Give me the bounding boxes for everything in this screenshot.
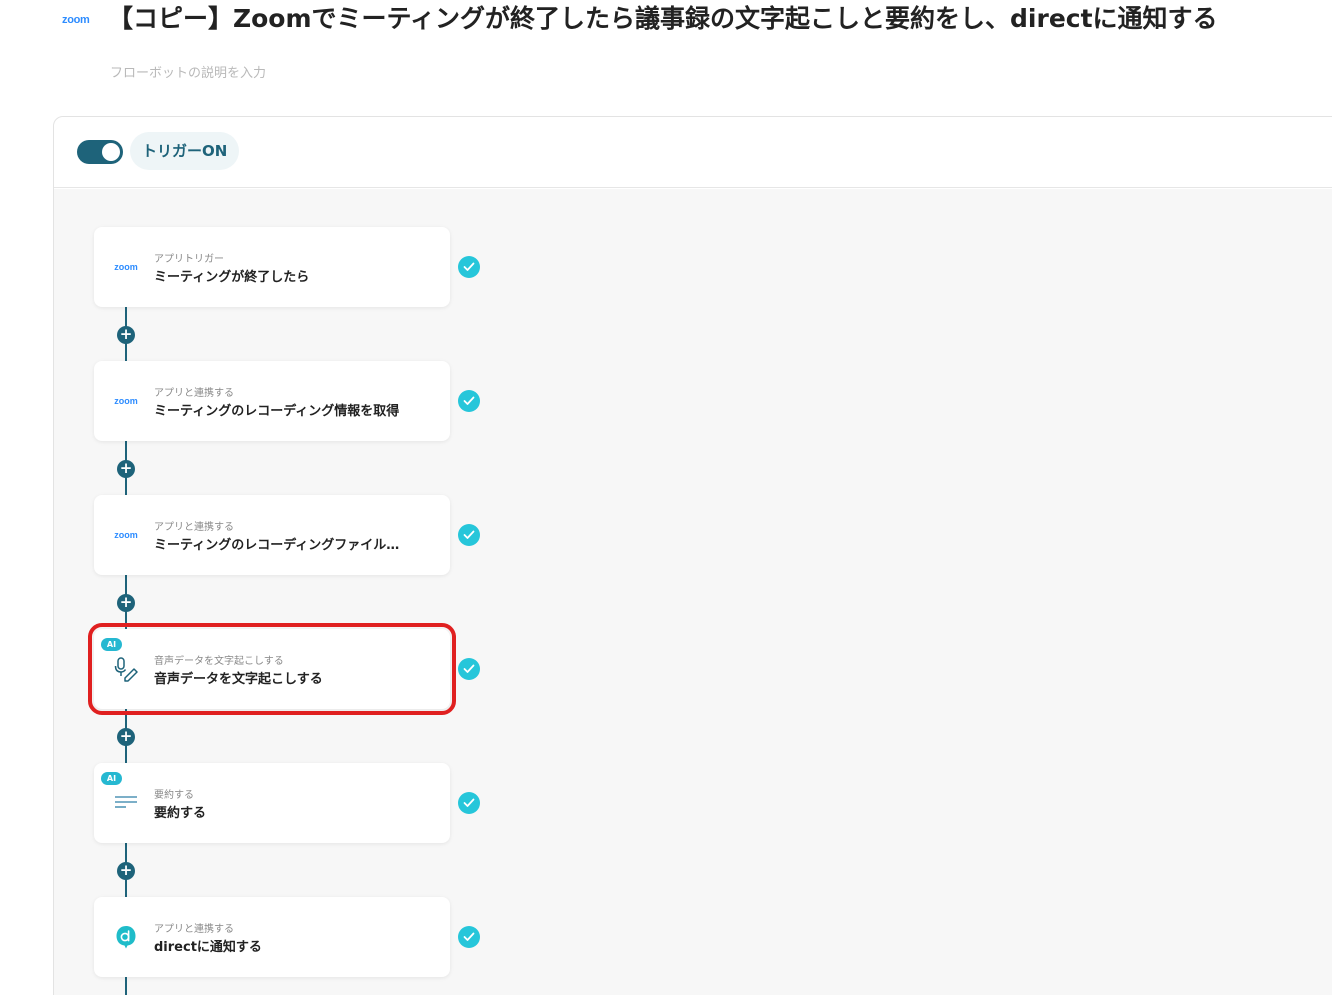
zoom-logo-icon: zoom xyxy=(114,396,138,406)
zoom-logo-icon: zoom xyxy=(62,14,90,26)
check-icon xyxy=(458,792,480,814)
zoom-logo-icon: zoom xyxy=(114,262,138,272)
check-icon xyxy=(458,926,480,948)
step-title: 音声データを文字起こしする xyxy=(154,672,323,687)
description-input[interactable]: フローボットの説明を入力 xyxy=(110,62,266,81)
flowbot-editor-page: zoom 【コピー】Zoomでミーティングが終了したら議事録の文字起こしと要約を… xyxy=(0,0,1332,995)
check-icon xyxy=(458,390,480,412)
direct-logo-icon xyxy=(112,925,140,949)
panel-header: トリガーON xyxy=(54,117,1332,188)
step-title: ミーティングが終了したら xyxy=(154,270,310,285)
add-step-button[interactable]: + xyxy=(117,594,135,612)
step-card-get-recording-file[interactable]: zoom アプリと連携する ミーティングのレコーディングファイル… xyxy=(94,495,450,575)
step-subtitle: 音声データを文字起こしする xyxy=(154,656,284,667)
step-card-notify-direct[interactable]: アプリと連携する directに通知する xyxy=(94,897,450,977)
check-icon xyxy=(458,256,480,278)
step-card-summarize[interactable]: AI 要約する 要約する xyxy=(94,763,450,843)
add-step-button[interactable]: + xyxy=(117,460,135,478)
trigger-status-label: トリガーON xyxy=(130,132,240,170)
page-title[interactable]: 【コピー】Zoomでミーティングが終了したら議事録の文字起こしと要約をし、dir… xyxy=(108,2,1218,36)
check-icon xyxy=(458,524,480,546)
step-card-get-recording-info[interactable]: zoom アプリと連携する ミーティングのレコーディング情報を取得 xyxy=(94,361,450,441)
zoom-logo-icon: zoom xyxy=(114,530,138,540)
step-card-transcribe-audio[interactable]: AI 音声データを文字起こしする 音声データを文字起こしする xyxy=(88,623,456,715)
toggle-knob xyxy=(102,143,120,161)
add-step-button[interactable]: + xyxy=(117,326,135,344)
add-step-button[interactable]: + xyxy=(117,862,135,880)
flow-canvas xyxy=(54,189,1332,995)
ai-badge: AI xyxy=(101,772,122,785)
step-subtitle: アプリと連携する xyxy=(154,522,234,533)
step-subtitle: アプリと連携する xyxy=(154,388,234,399)
text-lines-icon xyxy=(112,791,140,815)
step-subtitle: アプリトリガー xyxy=(154,254,224,265)
step-subtitle: 要約する xyxy=(154,790,194,801)
step-title: ミーティングのレコーディングファイル… xyxy=(154,538,400,553)
step-card-meeting-ended[interactable]: zoom アプリトリガー ミーティングが終了したら xyxy=(94,227,450,307)
step-subtitle: アプリと連携する xyxy=(154,924,234,935)
step-title: ミーティングのレコーディング情報を取得 xyxy=(154,404,400,419)
step-title: 要約する xyxy=(154,806,207,821)
trigger-toggle[interactable] xyxy=(77,140,123,164)
step-title: directに通知する xyxy=(154,940,262,955)
ai-badge: AI xyxy=(101,638,122,651)
flow-panel: トリガーON + + + + + zoom アプリトリガー ミーティングが終了し… xyxy=(53,116,1332,995)
microphone-edit-icon xyxy=(112,657,140,682)
add-step-button[interactable]: + xyxy=(117,728,135,746)
check-icon xyxy=(458,658,480,680)
